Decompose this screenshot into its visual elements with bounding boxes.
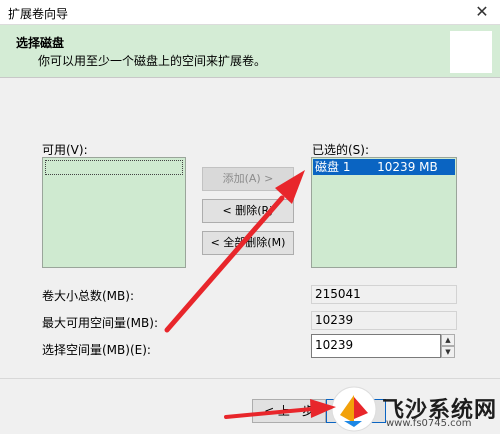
max-space-label: 最大可用空间量(MB): <box>42 316 158 330</box>
page-title: 选择磁盘 <box>16 36 65 50</box>
page-description: 你可以用至少一个磁盘上的空间来扩展卷。 <box>38 54 267 68</box>
total-size-label: 卷大小总数(MB): <box>42 289 134 303</box>
max-space-value: 10239 <box>311 311 457 330</box>
footer-divider <box>0 378 500 379</box>
window-titlebar: 扩展卷向导 ✕ <box>0 0 500 25</box>
add-button[interactable]: 添加(A) > <box>202 167 294 191</box>
wizard-header: 选择磁盘 你可以用至少一个磁盘上的空间来扩展卷。 <box>0 25 500 77</box>
watermark-url: www.fs0745.com <box>386 418 472 429</box>
select-space-label: 选择空间量(MB)(E): <box>42 343 151 357</box>
wizard-icon <box>450 31 492 73</box>
back-button[interactable]: < 上一步 <box>252 399 326 423</box>
focus-indicator <box>45 160 183 175</box>
spin-up-icon[interactable]: ▲ <box>441 334 455 346</box>
header-divider <box>0 77 500 78</box>
select-space-input[interactable]: 10239 <box>311 334 441 358</box>
selected-label: 已选的(S): <box>312 143 370 157</box>
total-size-value: 215041 <box>311 285 457 304</box>
window-title: 扩展卷向导 <box>8 7 69 21</box>
watermark-logo <box>331 386 377 432</box>
spin-down-icon[interactable]: ▼ <box>441 346 455 358</box>
close-icon[interactable]: ✕ <box>464 0 500 24</box>
available-listbox[interactable] <box>42 157 186 268</box>
selected-listbox[interactable]: 磁盘 1 10239 MB <box>311 157 457 268</box>
selected-disk-item[interactable]: 磁盘 1 10239 MB <box>313 159 455 175</box>
remove-button[interactable]: < 删除(R) <box>202 199 294 223</box>
available-label: 可用(V): <box>42 143 88 157</box>
remove-all-button[interactable]: < 全部删除(M) <box>202 231 294 255</box>
